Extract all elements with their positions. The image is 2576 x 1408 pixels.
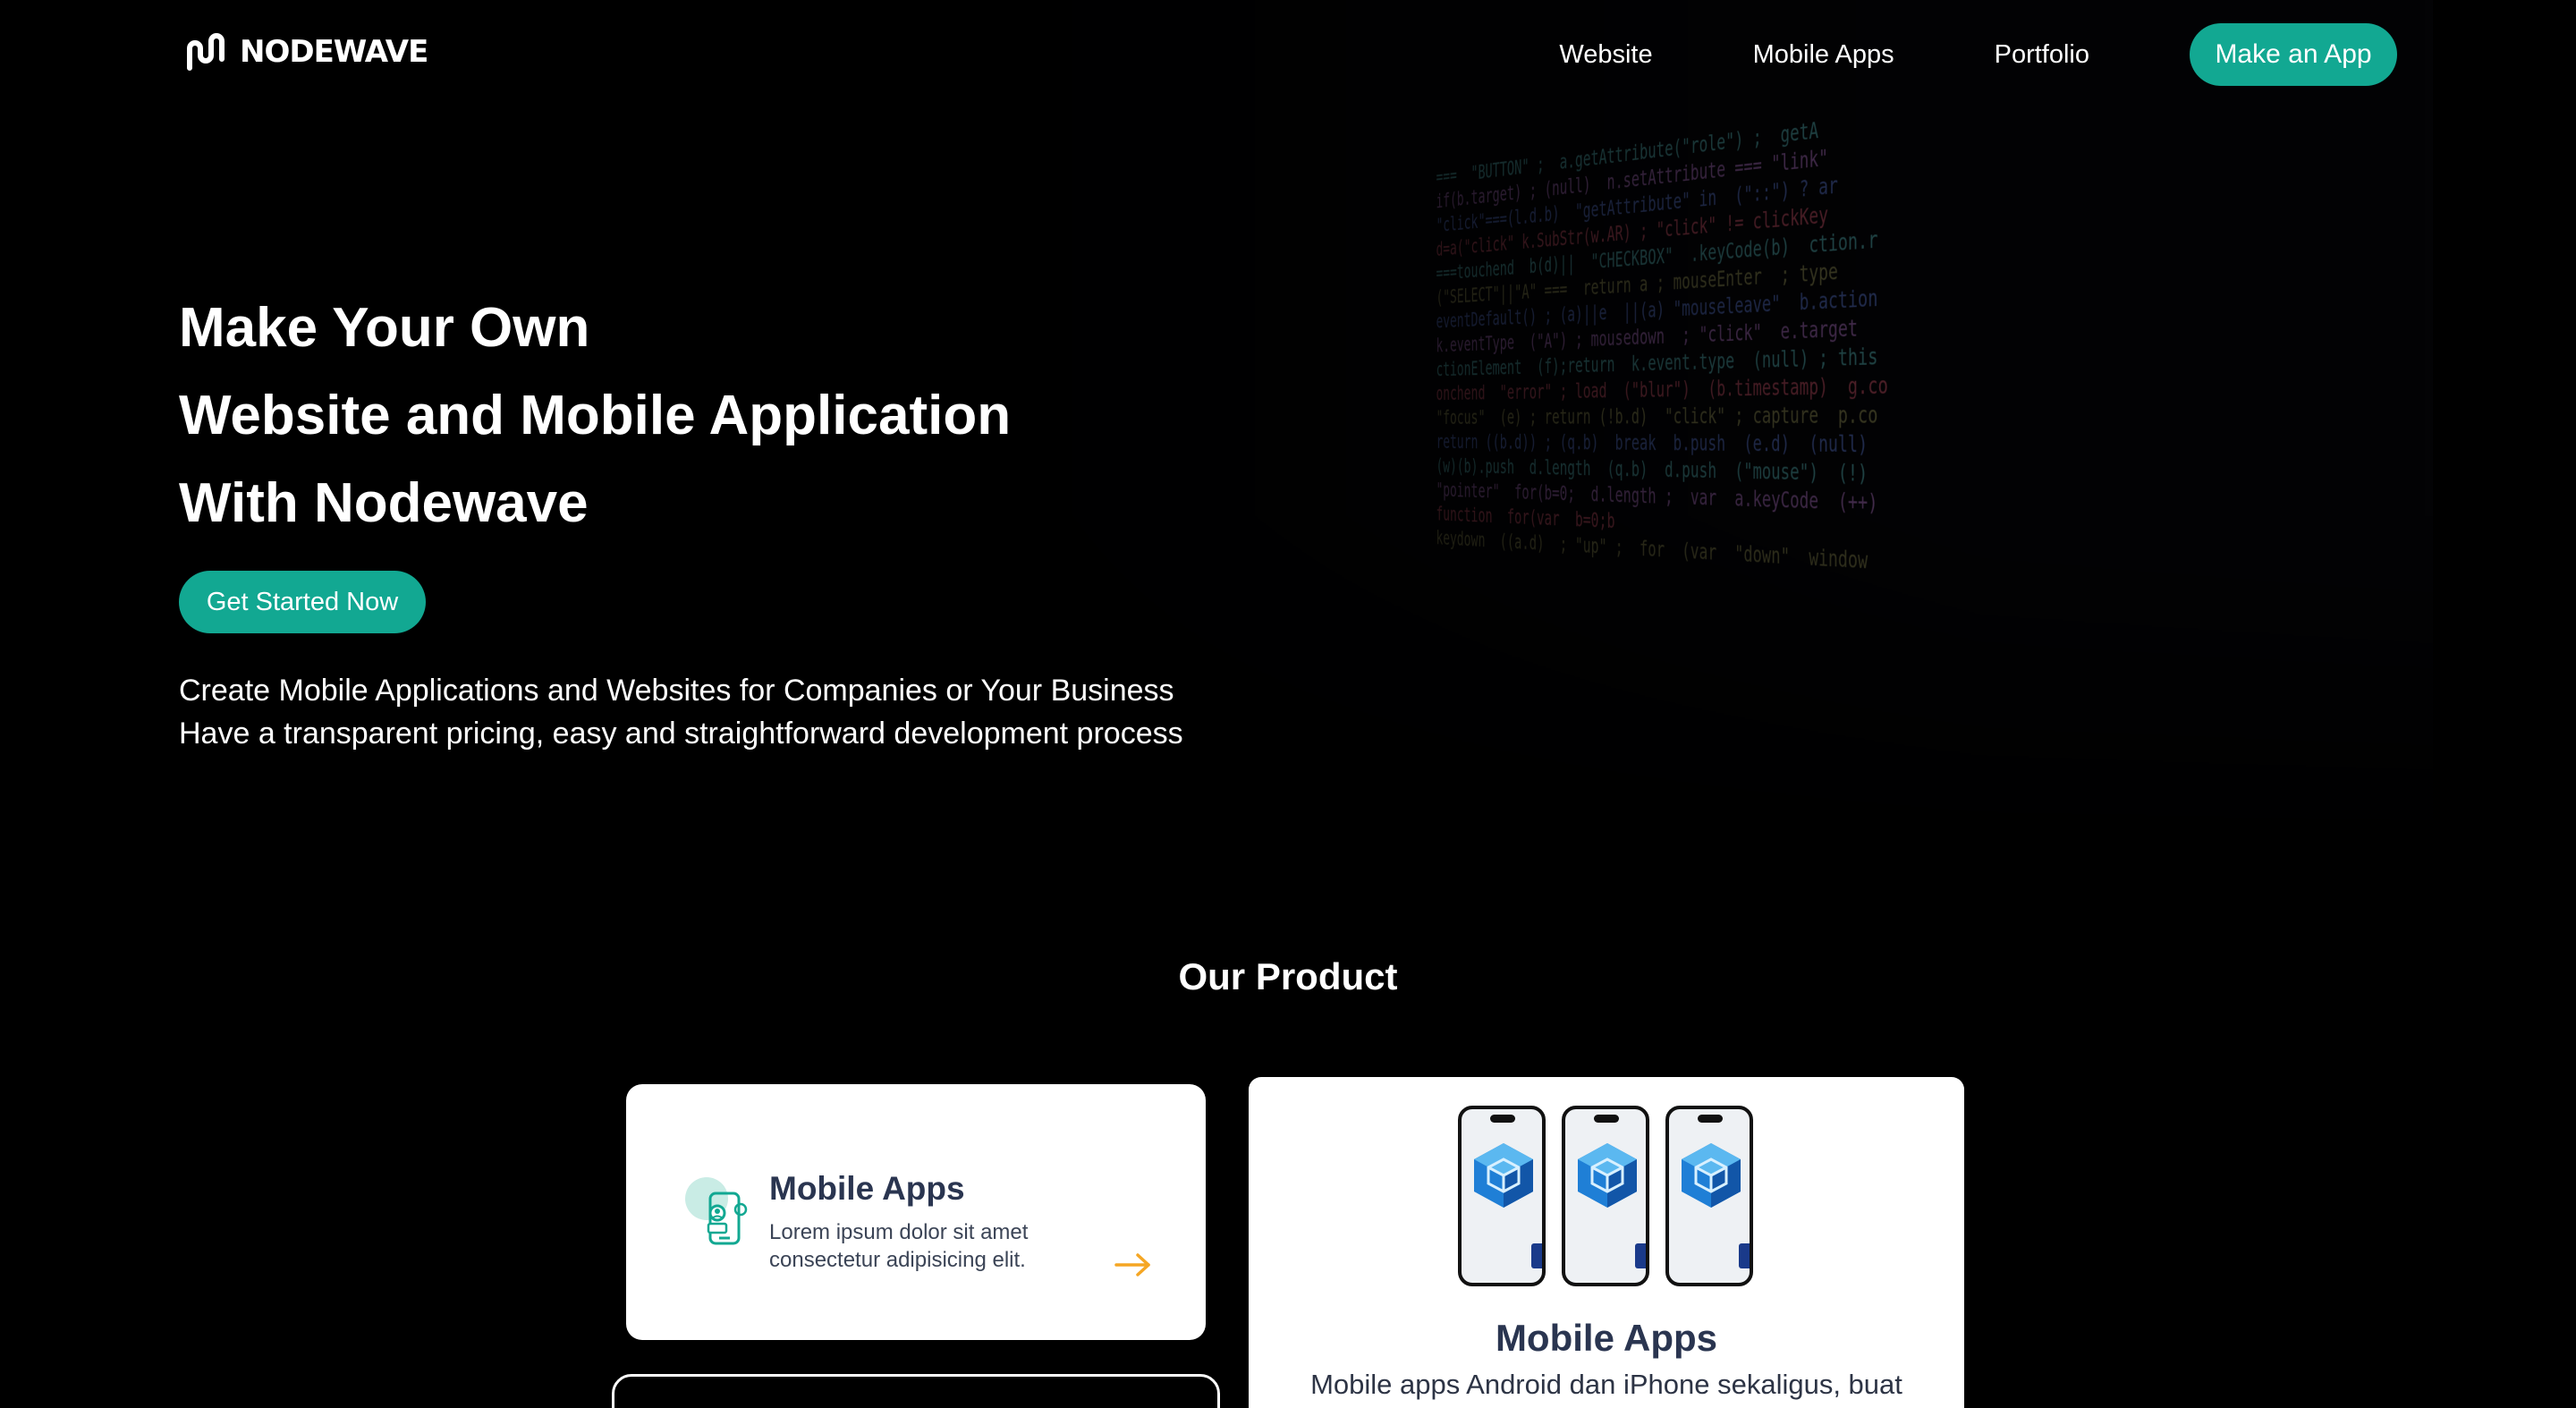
- product-card-mobile-apps[interactable]: Mobile Apps Lorem ipsum dolor sit amet c…: [626, 1084, 1206, 1340]
- cube-logo-icon: [1474, 1143, 1533, 1208]
- hero-title-line: With Nodewave: [179, 472, 589, 534]
- nav-item-mobile-apps[interactable]: Mobile Apps: [1753, 40, 1894, 70]
- card-description: Mobile apps Android dan iPhone sekaligus…: [1310, 1369, 1902, 1400]
- hero-title: Make Your Own Website and Mobile Applica…: [179, 284, 1011, 547]
- hero-subtitle: Create Mobile Applications and Websites …: [179, 669, 1183, 755]
- product-card-outline[interactable]: [612, 1374, 1220, 1408]
- phone-mockup: [1562, 1106, 1649, 1286]
- our-product-heading: Our Product: [1178, 955, 1398, 997]
- brand-name: NODEWAVE: [240, 34, 428, 70]
- card-description: Lorem ipsum dolor sit amet consectetur a…: [769, 1220, 1029, 1272]
- arrow-right-icon[interactable]: [1111, 1238, 1156, 1292]
- nav-item-website[interactable]: Website: [1559, 40, 1652, 70]
- hero-title-line: Make Your Own: [179, 297, 590, 359]
- nav-item-portfolio[interactable]: Portfolio: [1995, 40, 2089, 70]
- brand-logo[interactable]: NODEWAVE: [186, 32, 428, 72]
- get-started-button[interactable]: Get Started Now: [179, 571, 426, 633]
- phone-mockups: [1458, 1106, 1753, 1286]
- page: === "BUTTON" ; a.getAttribute("role") ; …: [0, 0, 2576, 1408]
- phone-mockup: [1665, 1106, 1753, 1286]
- wave-logo-icon: [187, 33, 225, 71]
- mobile-user-icon: [683, 1175, 758, 1251]
- hero-subtitle-line: Have a transparent pricing, easy and str…: [179, 717, 1183, 751]
- hero-subtitle-line: Create Mobile Applications and Websites …: [179, 674, 1174, 708]
- cube-logo-icon: [1578, 1143, 1637, 1208]
- cube-logo-icon: [1682, 1143, 1741, 1208]
- card-title: Mobile Apps: [769, 1170, 965, 1207]
- top-navbar: NODEWAVE Website Mobile Apps Portfolio M…: [0, 0, 2576, 107]
- hero-title-line: Website and Mobile Application: [179, 385, 1012, 446]
- main-nav: Website Mobile Apps Portfolio Make an Ap…: [1559, 23, 2397, 86]
- phone-mockup: [1458, 1106, 1546, 1286]
- product-card-mobile-apps-featured[interactable]: Mobile Apps Mobile apps Android dan iPho…: [1249, 1077, 1964, 1408]
- make-an-app-button[interactable]: Make an App: [2190, 23, 2397, 86]
- card-title: Mobile Apps: [1495, 1317, 1718, 1359]
